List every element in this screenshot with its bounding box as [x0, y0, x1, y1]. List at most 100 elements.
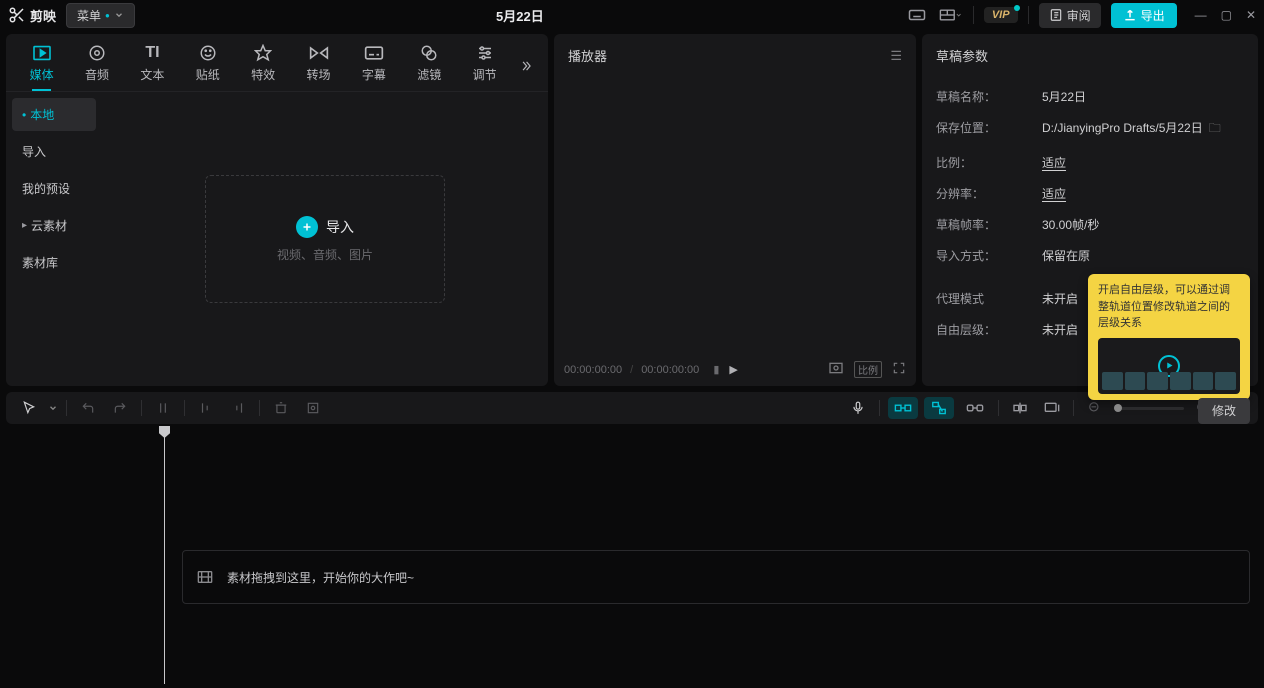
props-title: 草稿参数: [922, 34, 1258, 77]
import-dropzone[interactable]: 导入 视频、音频、图片: [205, 175, 445, 303]
player-panel: 播放器 ☰ 00:00:00:00 / 00:00:00:00 ▮ ▶ 比例: [554, 34, 916, 386]
ratio-button[interactable]: 比例: [854, 361, 882, 378]
tab-subtitle[interactable]: 字幕: [346, 40, 401, 91]
draft-props-panel: 草稿参数 草稿名称：5月22日 保存位置：D:/JianyingPro Draf…: [922, 34, 1258, 386]
media-panel: 媒体 音频 TI 文本 贴纸 特效 转场: [6, 34, 548, 386]
project-title: 5月22日: [135, 6, 905, 25]
media-icon: [32, 45, 52, 61]
adjust-icon: [476, 45, 494, 61]
tab-text[interactable]: TI 文本: [125, 40, 180, 91]
import-label: 导入: [326, 217, 354, 237]
prop-path-value: D:/JianyingPro Drafts/5月22日: [1042, 119, 1203, 140]
editor-toolbar: [6, 392, 1258, 424]
prop-fps-label: 草稿帧率：: [936, 216, 1042, 233]
chevron-down-icon: [955, 11, 962, 19]
upload-icon: [1123, 8, 1137, 22]
tooltip-preview[interactable]: [1098, 338, 1240, 394]
tab-media[interactable]: 媒体: [14, 40, 69, 91]
trim-right-button[interactable]: [225, 396, 251, 420]
filter-icon: [420, 44, 438, 62]
chevron-right-double-icon: [519, 59, 533, 73]
crop-button[interactable]: [300, 396, 326, 420]
tab-effects[interactable]: 特效: [236, 40, 291, 91]
prop-name-label: 草稿名称：: [936, 88, 1042, 105]
time-current: 00:00:00:00: [564, 364, 622, 376]
prop-layer-label: 自由层级：: [936, 321, 1042, 338]
undo-button[interactable]: [75, 396, 101, 420]
cursor-tool[interactable]: [16, 396, 42, 420]
maximize-button[interactable]: ▢: [1221, 8, 1232, 22]
prop-proxy-value: 未开启: [1042, 290, 1078, 307]
player-title: 播放器: [568, 46, 607, 65]
titlebar: 剪映 菜单 ● 5月22日 VIP 审阅 导出 — ▢ ✕: [0, 0, 1264, 30]
magnet-track-button[interactable]: [924, 397, 954, 419]
layout-icon[interactable]: [939, 5, 963, 25]
audio-icon: [88, 44, 106, 62]
trim-left-button[interactable]: [193, 396, 219, 420]
effects-icon: [254, 44, 272, 62]
prop-res-label: 分辨率：: [936, 185, 1042, 202]
checklist-icon: [1049, 8, 1063, 22]
subtitle-icon: [364, 45, 384, 61]
menu-button[interactable]: 菜单 ●: [66, 3, 135, 28]
track-drop-hint: 素材拖拽到这里，开始你的大作吧~: [227, 569, 414, 586]
export-button[interactable]: 导出: [1111, 3, 1177, 28]
mic-button[interactable]: [845, 396, 871, 420]
chevron-down-icon[interactable]: [48, 403, 58, 413]
tab-filter[interactable]: 滤镜: [402, 40, 457, 91]
prop-path-label: 保存位置：: [936, 119, 1042, 140]
close-button[interactable]: ✕: [1246, 8, 1256, 22]
media-sidebar: •本地 导入 我的预设 ▸云素材 素材库: [6, 92, 102, 386]
sidebar-item-cloud[interactable]: ▸云素材: [12, 209, 96, 242]
track-dropzone[interactable]: 素材拖拽到这里，开始你的大作吧~: [182, 550, 1250, 604]
zoom-out-button[interactable]: [1082, 396, 1108, 420]
preview-button[interactable]: [1039, 396, 1065, 420]
tabs-more-button[interactable]: [512, 59, 540, 73]
playhead[interactable]: [164, 426, 165, 684]
film-icon: [197, 570, 213, 584]
player-menu-button[interactable]: ☰: [890, 48, 902, 64]
tab-sticker[interactable]: 贴纸: [180, 40, 235, 91]
media-tabs: 媒体 音频 TI 文本 贴纸 特效 转场: [6, 34, 548, 92]
modify-button[interactable]: 修改: [1198, 398, 1250, 424]
app-logo: 剪映: [8, 6, 56, 25]
delete-button[interactable]: [268, 396, 294, 420]
split-button[interactable]: [150, 396, 176, 420]
safe-area-button[interactable]: [828, 361, 844, 378]
open-folder-icon[interactable]: 🗀: [1209, 119, 1221, 140]
prop-layer-value: 未开启: [1042, 321, 1078, 338]
tab-adjust[interactable]: 调节: [457, 40, 512, 91]
sidebar-item-import[interactable]: 导入: [12, 135, 96, 168]
sidebar-item-presets[interactable]: 我的预设: [12, 172, 96, 205]
link-button[interactable]: [960, 397, 990, 419]
prop-import-label: 导入方式：: [936, 247, 1042, 264]
tooltip-text: 开启自由层级，可以通过调整轨道位置修改轨道之间的层级关系: [1098, 282, 1240, 332]
app-name: 剪映: [30, 6, 56, 25]
prop-res-value[interactable]: 适应: [1042, 185, 1066, 202]
sidebar-item-library[interactable]: 素材库: [12, 246, 96, 279]
fullscreen-button[interactable]: [892, 361, 906, 378]
text-icon: TI: [145, 44, 159, 62]
free-layer-tooltip: 开启自由层级，可以通过调整轨道位置修改轨道之间的层级关系 修改: [1088, 274, 1250, 400]
align-button[interactable]: [1007, 396, 1033, 420]
tab-audio[interactable]: 音频: [69, 40, 124, 91]
scissors-icon: [8, 6, 26, 24]
review-button[interactable]: 审阅: [1039, 3, 1101, 28]
keyboard-icon[interactable]: [905, 5, 929, 25]
minimize-button[interactable]: —: [1195, 8, 1207, 22]
redo-button[interactable]: [107, 396, 133, 420]
vip-badge[interactable]: VIP: [984, 7, 1018, 23]
time-total: 00:00:00:00: [641, 364, 699, 376]
chevron-down-icon: [114, 10, 124, 20]
play-button[interactable]: ▶: [729, 363, 737, 376]
plus-icon: [296, 216, 318, 238]
sidebar-item-local[interactable]: •本地: [12, 98, 96, 131]
zoom-slider[interactable]: [1114, 407, 1184, 410]
magnet-main-button[interactable]: [888, 397, 918, 419]
tab-transition[interactable]: 转场: [291, 40, 346, 91]
timeline[interactable]: 素材拖拽到这里，开始你的大作吧~: [0, 426, 1264, 684]
time-ruler[interactable]: [0, 426, 1264, 448]
import-hint: 视频、音频、图片: [277, 246, 373, 263]
prev-frame-button[interactable]: ▮: [713, 363, 719, 376]
prop-ratio-value[interactable]: 适应: [1042, 154, 1066, 171]
